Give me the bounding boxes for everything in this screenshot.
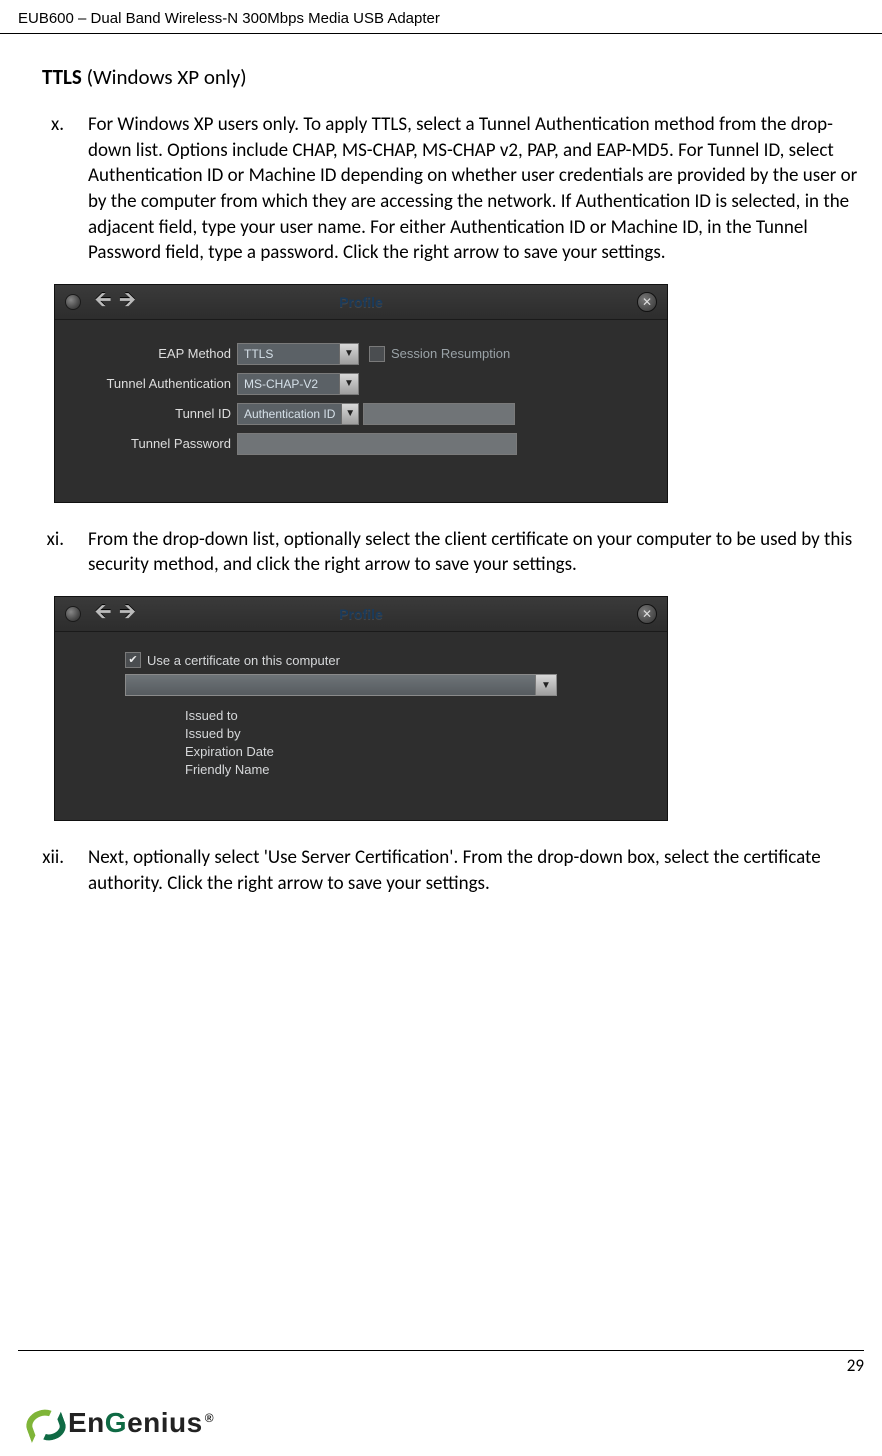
use-certificate-checkbox[interactable]: ✔	[125, 652, 141, 668]
certificate-select[interactable]: ▼	[125, 674, 557, 696]
use-certificate-label: Use a certificate on this computer	[147, 653, 340, 668]
back-arrow-icon[interactable]: 🡨	[95, 285, 111, 319]
screenshot-certificate-dialog: 🡨 🡪 Profile ✕ ✔ Use a certificate on thi…	[54, 596, 860, 821]
tunnel-auth-label: Tunnel Authentication	[73, 376, 237, 391]
brand-text-en: En	[68, 1407, 105, 1438]
back-arrow-icon[interactable]: 🡨	[95, 597, 111, 631]
tunnel-id-select[interactable]: Authentication ID ▼	[237, 403, 359, 425]
chevron-down-icon: ▼	[341, 404, 358, 424]
chevron-down-icon: ▼	[339, 374, 358, 394]
tunnel-id-label: Tunnel ID	[73, 406, 237, 421]
eap-method-select[interactable]: TTLS ▼	[237, 343, 359, 365]
list-body: Next, optionally select 'Use Server Cert…	[88, 845, 860, 896]
brand-logo: EnGenius®	[24, 1404, 214, 1442]
chevron-down-icon: ▼	[339, 344, 358, 364]
forward-arrow-icon[interactable]: 🡪	[119, 597, 135, 631]
list-item-x: x. For Windows XP users only. To apply T…	[22, 112, 860, 266]
close-icon[interactable]: ✕	[637, 604, 657, 624]
issued-by-label: Issued by	[185, 726, 649, 741]
dialog-titlebar: 🡨 🡪 Profile ✕	[55, 597, 667, 632]
page-header: EUB600 – Dual Band Wireless-N 300Mbps Me…	[0, 0, 882, 34]
expiration-date-label: Expiration Date	[185, 744, 649, 759]
friendly-name-label: Friendly Name	[185, 762, 649, 777]
page-footer: 29	[18, 1350, 864, 1376]
list-marker: x.	[22, 112, 88, 266]
tunnel-id-input[interactable]	[363, 403, 515, 425]
brand-text-g: G	[105, 1407, 127, 1438]
list-marker: xi.	[22, 527, 88, 578]
eap-method-value: TTLS	[238, 347, 339, 361]
status-dot-icon	[65, 606, 81, 622]
close-icon[interactable]: ✕	[637, 292, 657, 312]
dialog-titlebar: 🡨 🡪 Profile ✕	[55, 285, 667, 320]
section-title-bold: TTLS	[42, 64, 82, 90]
section-title: TTLS (Windows XP only)	[42, 64, 860, 90]
chevron-down-icon: ▼	[535, 675, 556, 695]
issued-to-label: Issued to	[185, 708, 649, 723]
list-body: From the drop-down list, optionally sele…	[88, 527, 860, 578]
tunnel-auth-value: MS-CHAP-V2	[238, 377, 339, 391]
brand-registered-icon: ®	[205, 1411, 214, 1425]
screenshot-ttls-dialog: 🡨 🡪 Profile ✕ EAP Method TTLS ▼	[54, 284, 860, 503]
tunnel-id-value: Authentication ID	[238, 407, 341, 421]
dialog-title: Profile	[339, 294, 383, 310]
session-resumption-checkbox[interactable]	[369, 346, 385, 362]
list-item-xii: xii. Next, optionally select 'Use Server…	[22, 845, 860, 896]
list-body: For Windows XP users only. To apply TTLS…	[88, 112, 860, 266]
status-dot-icon	[65, 294, 81, 310]
tunnel-password-input[interactable]	[237, 433, 517, 455]
section-title-rest: (Windows XP only)	[82, 64, 247, 90]
page-number: 29	[847, 1355, 864, 1376]
dialog-title: Profile	[339, 606, 383, 622]
list-marker: xii.	[22, 845, 88, 896]
list-item-xi: xi. From the drop-down list, optionally …	[22, 527, 860, 578]
forward-arrow-icon[interactable]: 🡪	[119, 285, 135, 319]
tunnel-password-label: Tunnel Password	[73, 436, 237, 451]
tunnel-auth-select[interactable]: MS-CHAP-V2 ▼	[237, 373, 359, 395]
product-title: EUB600 – Dual Band Wireless-N 300Mbps Me…	[18, 10, 440, 27]
brand-text-rest: enius	[127, 1407, 203, 1438]
eap-method-label: EAP Method	[73, 346, 237, 361]
brand-swoosh-icon	[24, 1404, 66, 1442]
session-resumption-label: Session Resumption	[391, 346, 510, 361]
